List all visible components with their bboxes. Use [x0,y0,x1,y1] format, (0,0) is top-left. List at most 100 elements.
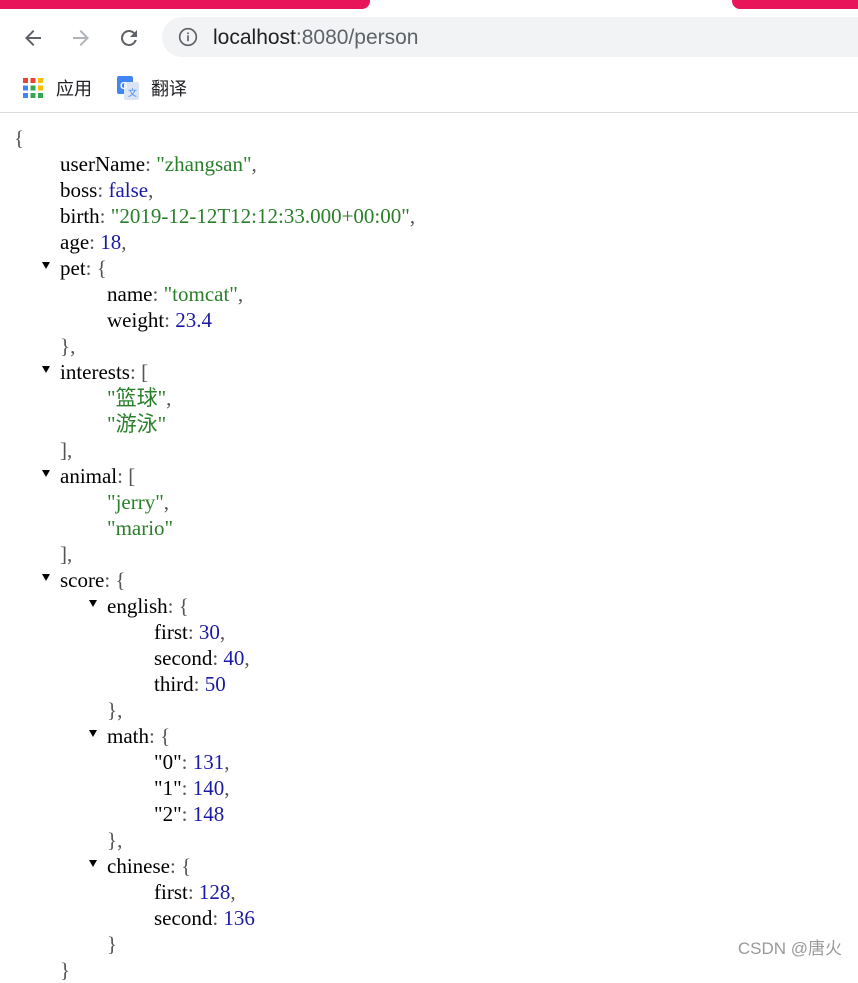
json-line-pet-weight: weight: 23.4 [107,308,212,332]
json-line-chinese-first: first: 128, [154,880,236,904]
json-number-value: 136 [223,906,255,930]
back-button[interactable] [19,24,47,52]
json-key: third [154,672,194,696]
json-array-item: "jerry", [107,490,170,514]
bookmarks-bar: 应用 G 文 翻译 [0,66,858,113]
json-line-math-2: "2": 148 [154,802,225,826]
reload-icon [120,29,137,46]
active-tab-edge[interactable] [0,0,370,9]
json-key: interests [60,360,130,384]
forward-button[interactable] [67,24,95,52]
json-line-english-second: second: 40, [154,646,250,670]
collapse-toggle-animal[interactable] [42,470,50,477]
json-key: animal [60,464,118,488]
open-brace: { [14,126,25,150]
json-line: } [60,958,71,982]
json-number-value: 18 [100,230,122,254]
json-key: second [154,646,213,670]
json-array-item: "mario" [107,515,173,541]
json-key: userName [60,152,146,176]
json-key: "1" [154,776,182,800]
json-key: chinese [107,854,170,878]
json-line-username: userName: "zhangsan", [60,152,257,176]
json-key: math [107,724,149,748]
json-line: }, [60,334,76,358]
json-key: "0" [154,750,182,774]
forward-arrow-icon [73,30,89,46]
json-bool-value: false [108,178,149,202]
json-number-value: 30 [198,620,220,644]
watermark: CSDN @唐火 [737,939,842,958]
json-string-value: "篮球" [107,386,167,410]
url-host: localhost [213,26,296,49]
url-text[interactable]: localhost:8080/person [213,26,419,50]
json-line: }, [107,698,123,722]
json-line-math-1: "1": 140, [154,776,230,800]
json-number-value: 50 [204,672,226,696]
json-line-score: score: { [60,568,126,592]
json-line-english-first: first: 30, [154,620,226,644]
svg-text:文: 文 [128,87,137,99]
collapse-toggle-interests[interactable] [42,366,50,373]
bookmark-translate[interactable]: G 文 翻译 [117,75,187,101]
google-translate-icon: G 文 [117,76,139,100]
json-key: birth [60,204,100,228]
json-line-birth: birth: "2019-12-12T12:12:33.000+00:00", [60,204,416,228]
json-key: second [154,906,213,930]
json-array-item: "篮球", [107,386,172,410]
json-number-value: 148 [192,802,225,826]
json-key: boss [60,178,98,202]
json-string-value: "jerry" [107,490,164,514]
json-line-english: english: { [107,594,189,618]
bookmark-apps[interactable]: 应用 [22,75,92,101]
info-icon[interactable] [178,27,198,47]
bookmark-apps-label: 应用 [56,79,92,99]
json-line-math: math: { [107,724,171,748]
json-key: first [154,880,188,904]
json-line-pet: pet: { [60,256,107,280]
json-line: }, [107,828,123,852]
json-line-math-0: "0": 131, [154,750,230,774]
address-bar[interactable]: localhost:8080/person [162,17,858,57]
json-line-english-third: third: 50 [154,672,226,696]
json-line-animal: animal: [ [60,464,136,488]
json-key: age [60,230,90,254]
json-line: ], [60,438,73,462]
apps-grid-icon [23,78,43,98]
json-string-value: "tomcat" [163,282,238,306]
json-viewer: { userName: "zhangsan", boss: false, bir… [0,113,858,982]
svg-text:G: G [120,81,128,92]
json-key: "2" [154,802,182,826]
json-line-chinese: chinese: { [107,854,192,878]
json-line: { [14,125,24,151]
json-string-value: "zhangsan" [156,152,252,176]
url-path: :8080/person [295,26,419,49]
tab-edge-right[interactable] [732,0,858,9]
collapse-toggle-math[interactable] [89,730,97,737]
json-string-value: "游泳" [107,412,167,436]
json-key: name [107,282,153,306]
json-line-boss: boss: false, [60,178,154,202]
json-number-value: 140 [192,776,225,800]
collapse-toggle-english[interactable] [89,600,97,607]
collapse-toggle-pet[interactable] [42,262,50,269]
collapse-toggle-score[interactable] [42,574,50,581]
json-number-value: 131 [192,750,225,774]
json-number-value: 40 [223,646,245,670]
json-number-value: 23.4 [175,308,212,332]
json-number-value: 128 [198,880,231,904]
collapse-toggle-chinese[interactable] [89,860,97,867]
json-key: first [154,620,188,644]
json-line: ], [60,542,73,566]
json-key: weight [107,308,165,332]
json-key: score [60,568,105,592]
json-line-pet-name: name: "tomcat", [107,282,244,306]
json-key: english [107,594,168,618]
json-array-item: "游泳" [107,411,166,437]
tab-strip [0,0,858,10]
json-string-value: "2019-12-12T12:12:33.000+00:00" [110,204,410,228]
reload-button[interactable] [115,24,143,52]
browser-toolbar: localhost:8080/person [0,10,858,66]
json-key: pet [60,256,86,280]
json-string-value: "mario" [107,516,174,540]
